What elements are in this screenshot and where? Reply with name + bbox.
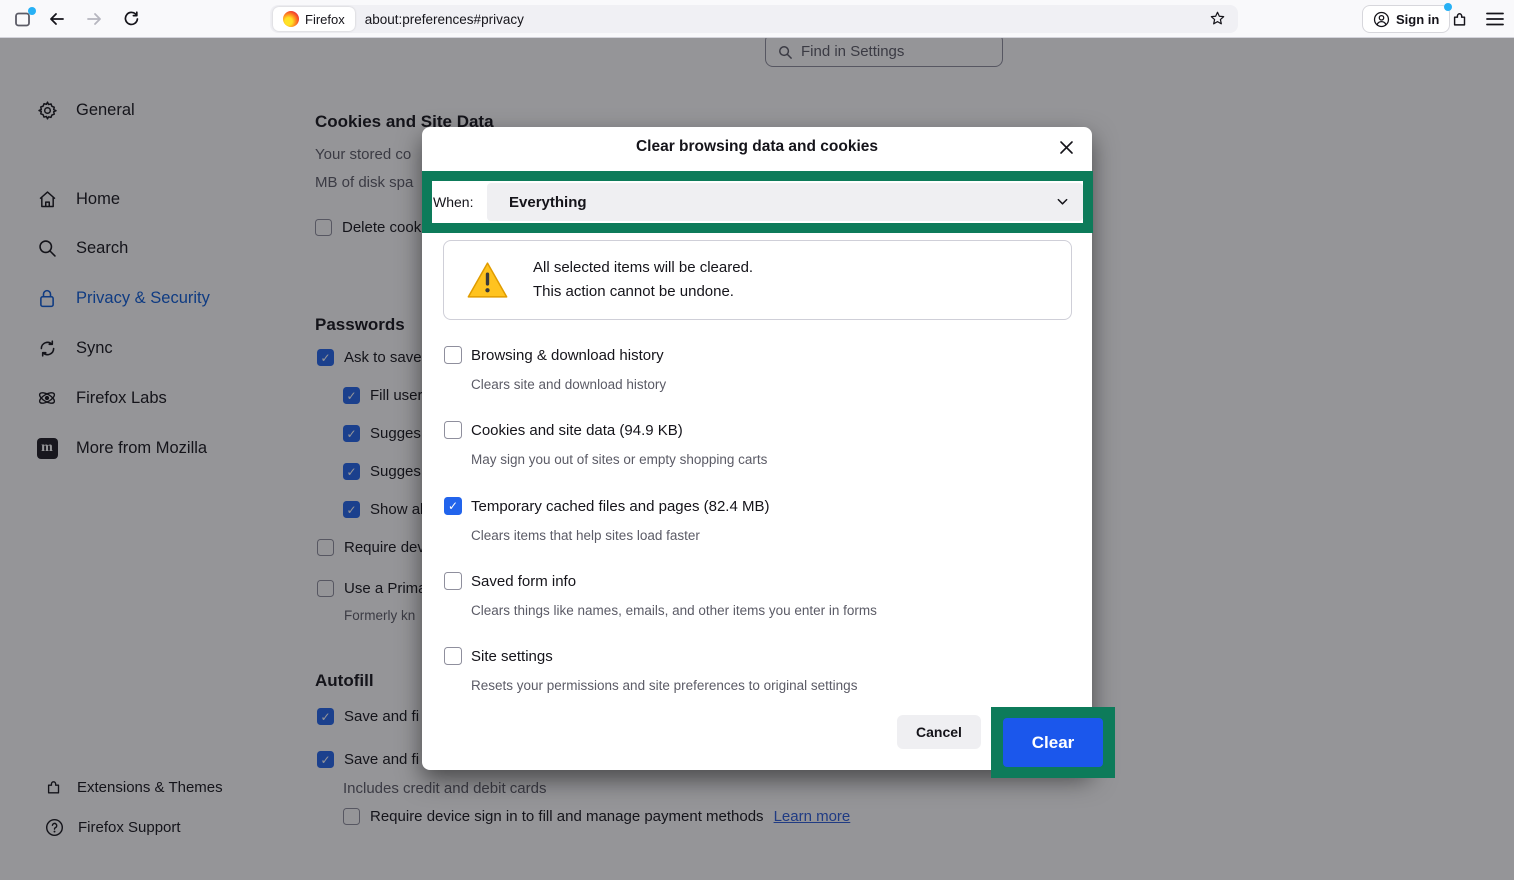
notification-dot (28, 7, 36, 15)
firefox-logo-icon (283, 11, 299, 27)
reload-icon[interactable] (116, 0, 146, 38)
checkbox[interactable] (444, 572, 462, 590)
when-dropdown[interactable]: Everything (487, 183, 1083, 221)
clear-option-site-settings[interactable]: Site settings Resets your permissions an… (444, 647, 1064, 693)
bookmark-star-icon[interactable] (1209, 10, 1226, 27)
menu-icon[interactable] (1480, 0, 1510, 38)
clear-option-browsing-history[interactable]: Browsing & download history Clears site … (444, 346, 1064, 392)
dialog-title: Clear browsing data and cookies (422, 138, 1092, 156)
chevron-down-icon (1056, 195, 1069, 208)
cancel-button[interactable]: Cancel (897, 715, 981, 749)
back-icon[interactable] (42, 0, 72, 38)
clear-option-cookies[interactable]: Cookies and site data (94.9 KB) May sign… (444, 421, 1064, 467)
url-text: about:preferences#privacy (365, 12, 524, 27)
screen: Firefox about:preferences#privacy Sign i… (0, 0, 1514, 880)
forward-icon[interactable] (79, 0, 109, 38)
when-dropdown-value: Everything (509, 194, 587, 211)
warning-box: All selected items will be cleared. This… (443, 240, 1072, 320)
address-bar[interactable]: Firefox about:preferences#privacy (270, 5, 1238, 33)
clear-button[interactable]: Clear (1003, 718, 1103, 767)
extensions-icon[interactable] (1445, 0, 1475, 38)
warning-icon (466, 260, 509, 300)
warning-line1: All selected items will be cleared. (533, 256, 753, 280)
when-label: When: (433, 194, 487, 210)
clear-option-cache[interactable]: Temporary cached files and pages (82.4 M… (444, 497, 1064, 543)
warning-line2: This action cannot be undone. (533, 280, 753, 304)
sign-in-label: Sign in (1396, 12, 1439, 27)
sign-in-button[interactable]: Sign in (1362, 5, 1450, 33)
highlight-clear-button: Clear (991, 707, 1115, 778)
browser-toolbar: Firefox about:preferences#privacy Sign i… (0, 0, 1514, 38)
highlight-when-row: When: Everything (422, 171, 1093, 233)
close-icon[interactable] (1054, 135, 1078, 159)
account-icon (1373, 11, 1390, 28)
checkbox[interactable] (444, 346, 462, 364)
checkbox[interactable] (444, 497, 462, 515)
clear-option-form-info[interactable]: Saved form info Clears things like names… (444, 572, 1064, 618)
site-identity-label: Firefox (305, 12, 345, 27)
checkbox[interactable] (444, 647, 462, 665)
firefox-view-icon[interactable] (8, 0, 38, 38)
checkbox[interactable] (444, 421, 462, 439)
site-identity-chip[interactable]: Firefox (273, 7, 355, 31)
